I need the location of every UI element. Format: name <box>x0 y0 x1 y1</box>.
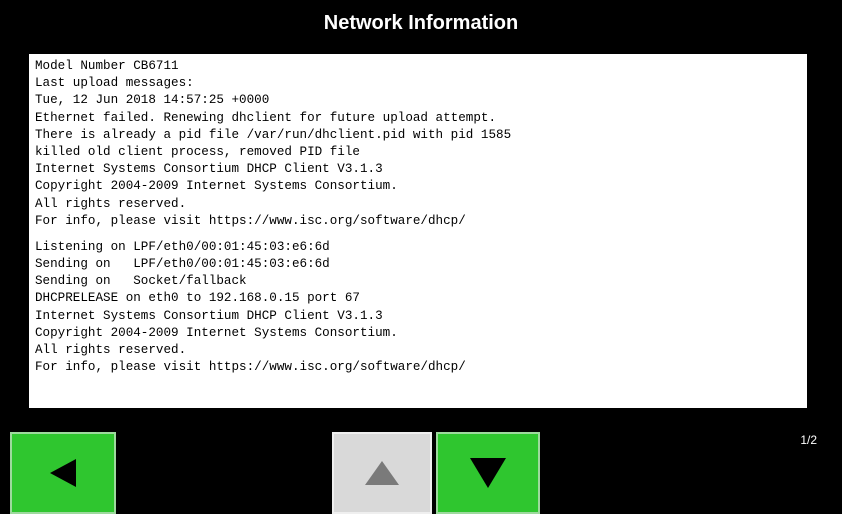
log-line: Tue, 12 Jun 2018 14:57:25 +0000 <box>35 93 270 108</box>
log-line: Copyright 2004-2009 Internet Systems Con… <box>35 179 398 194</box>
log-line: DHCPRELEASE on eth0 to 192.168.0.15 port… <box>35 291 360 306</box>
log-block-2: Listening on LPF/eth0/00:01:45:03:e6:6d S… <box>35 239 801 377</box>
title-bar: Network Information <box>0 0 842 46</box>
log-line: Last upload messages: <box>35 76 194 91</box>
log-line: For info, please visit https://www.isc.o… <box>35 213 466 228</box>
log-line: All rights reserved. <box>35 196 187 211</box>
log-gap <box>35 230 801 239</box>
scroll-up-button[interactable] <box>332 432 432 514</box>
log-panel[interactable]: Model Number CB6711 Last upload messages:… <box>29 54 807 408</box>
log-line: All rights reserved. <box>35 343 187 357</box>
scroll-down-button[interactable] <box>436 432 540 514</box>
page-title: Network Information <box>323 11 519 34</box>
log-line: Copyright 2004-2009 Internet Systems Con… <box>35 325 398 340</box>
down-arrow-icon <box>470 458 506 488</box>
page-indicator: 1/2 <box>800 433 817 447</box>
log-line: There is already a pid file /var/run/dhc… <box>35 127 512 142</box>
log-line: Ethernet failed. Renewing dhclient for f… <box>35 110 497 125</box>
log-line: Sending on Socket/fallback <box>35 274 247 289</box>
log-line: Sending on LPF/eth0/00:01:45:03:e6:6d <box>35 257 330 272</box>
log-line: For info, please visit https://www.isc.o… <box>35 360 466 375</box>
log-line: Listening on LPF/eth0/00:01:45:03:e6:6d <box>35 239 330 254</box>
log-line: Internet Systems Consortium DHCP Client … <box>35 308 383 323</box>
left-arrow-icon <box>50 459 76 487</box>
log-line: Model Number CB6711 <box>35 59 179 73</box>
log-line: Internet Systems Consortium DHCP Client … <box>35 162 383 177</box>
log-block-1: Model Number CB6711 Last upload messages:… <box>35 58 801 230</box>
log-line: killed old client process, removed PID f… <box>35 144 360 159</box>
back-button[interactable] <box>10 432 116 514</box>
up-arrow-icon <box>365 461 399 485</box>
